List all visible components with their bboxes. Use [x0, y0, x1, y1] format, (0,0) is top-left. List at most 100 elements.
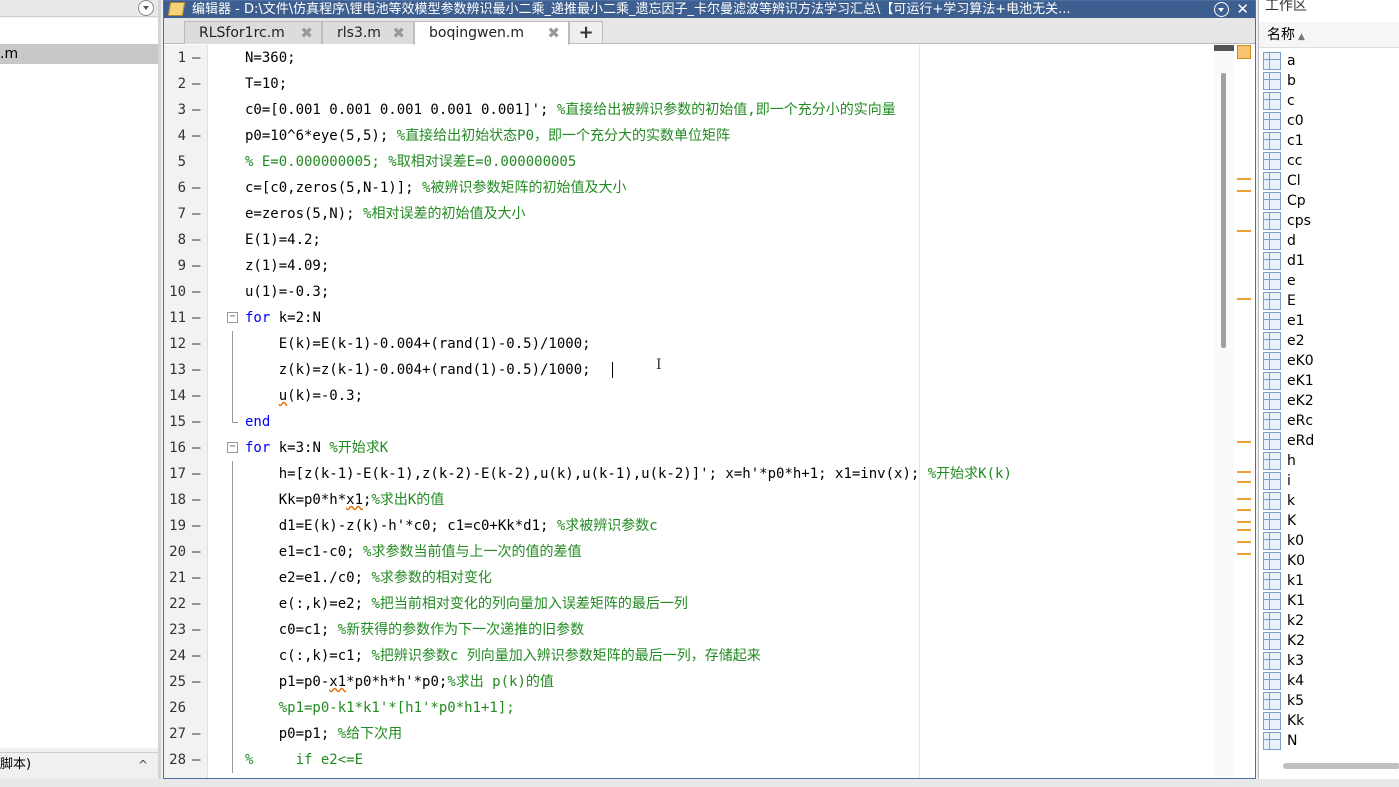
- panel-menu-icon[interactable]: [138, 0, 154, 16]
- code-line[interactable]: 9 — z(1)=4.09;: [164, 253, 1214, 279]
- breakpoint-dash[interactable]: —: [192, 383, 200, 409]
- warning-marker[interactable]: [1237, 529, 1251, 531]
- breakpoint-dash[interactable]: —: [192, 201, 200, 227]
- breakpoint-dash[interactable]: —: [192, 513, 200, 539]
- breakpoint-dash[interactable]: —: [192, 357, 200, 383]
- code-line[interactable]: 11 — − for k=2:N: [164, 305, 1214, 331]
- code-line[interactable]: 18 — Kk=p0*h*x1;%求出K的值: [164, 487, 1214, 513]
- workspace-variable[interactable]: b: [1263, 71, 1398, 91]
- chevron-up-icon[interactable]: ^: [138, 753, 148, 777]
- code-line[interactable]: 21 — e2=e1./c0; %求参数的相对变化: [164, 565, 1214, 591]
- breakpoint-dash[interactable]: —: [192, 435, 200, 461]
- workspace-variable[interactable]: e2: [1263, 331, 1398, 351]
- warning-marker[interactable]: [1237, 441, 1251, 443]
- breakpoint-dash[interactable]: —: [192, 565, 200, 591]
- code-line[interactable]: 19 — d1=E(k)-z(k)-h'*c0; c1=c0+Kk*d1; %求被…: [164, 513, 1214, 539]
- code-line[interactable]: 10 — u(1)=-0.3;: [164, 279, 1214, 305]
- workspace-variable[interactable]: d: [1263, 231, 1398, 251]
- code-line[interactable]: 25 — p1=p0-x1*p0*h*h'*p0;%求出 p(k)的值: [164, 669, 1214, 695]
- code-line[interactable]: 22 — e(:,k)=e2; %把当前相对变化的列向量加入误差矩阵的最后一列: [164, 591, 1214, 617]
- code-line[interactable]: 24 — c(:,k)=c1; %把辨识参数c 列向量加入辨识参数矩阵的最后一列，…: [164, 643, 1214, 669]
- code-line[interactable]: 2 — T=10;: [164, 71, 1214, 97]
- tab-rls3[interactable]: rls3.m ✖: [322, 21, 414, 44]
- workspace-variable[interactable]: k0: [1263, 531, 1398, 551]
- breakpoint-dash[interactable]: —: [192, 175, 200, 201]
- code-line[interactable]: 16 — − for k=3:N %开始求K: [164, 435, 1214, 461]
- close-icon[interactable]: ✕: [1236, 1, 1249, 18]
- editor-menu-icon[interactable]: [1214, 2, 1229, 17]
- code-line[interactable]: 15 — end: [164, 409, 1214, 435]
- workspace-variable[interactable]: N: [1263, 731, 1398, 751]
- breakpoint-dash[interactable]: —: [192, 45, 200, 71]
- workspace-variable[interactable]: i: [1263, 471, 1398, 491]
- code-line[interactable]: 14 — u(k)=-0.3;: [164, 383, 1214, 409]
- breakpoint-dash[interactable]: —: [192, 253, 200, 279]
- warning-marker[interactable]: [1237, 298, 1251, 300]
- panel-splitter[interactable]: [158, 0, 161, 787]
- workspace-variable[interactable]: K2: [1263, 631, 1398, 651]
- code-line[interactable]: 7 — e=zeros(5,N); %相对误差的初始值及大小: [164, 201, 1214, 227]
- breakpoint-dash[interactable]: —: [192, 71, 200, 97]
- workspace-column-header[interactable]: 名称 ▲: [1259, 22, 1399, 48]
- file-list-item-selected[interactable]: .m: [0, 44, 158, 64]
- workspace-variable[interactable]: k3: [1263, 651, 1398, 671]
- breakpoint-dash[interactable]: —: [192, 123, 200, 149]
- breakpoint-dash[interactable]: —: [192, 643, 200, 669]
- workspace-variable[interactable]: eK2: [1263, 391, 1398, 411]
- workspace-variable[interactable]: e: [1263, 271, 1398, 291]
- workspace-variable[interactable]: cps: [1263, 211, 1398, 231]
- code-line[interactable]: 23 — c0=c1; %新获得的参数作为下一次递推的旧参数: [164, 617, 1214, 643]
- warning-marker[interactable]: [1237, 521, 1251, 523]
- workspace-variable[interactable]: e1: [1263, 311, 1398, 331]
- breakpoint-dash[interactable]: —: [192, 97, 200, 123]
- breakpoint-dash[interactable]: —: [192, 591, 200, 617]
- code-line[interactable]: 4 — p0=10^6*eye(5,5); %直接给出初始状态P0，即一个充分大的实…: [164, 123, 1214, 149]
- breakpoint-dash[interactable]: —: [192, 279, 200, 305]
- code-line[interactable]: 20 — e1=c1-c0; %求参数当前值与上一次的值的差值: [164, 539, 1214, 565]
- code-line[interactable]: 26 %p1=p0-k1*k1'*[h1'*p0*h1+1];: [164, 695, 1214, 721]
- workspace-variable[interactable]: eRd: [1263, 431, 1398, 451]
- code-line[interactable]: 3 — c0=[0.001 0.001 0.001 0.001 0.001]'; %…: [164, 97, 1214, 123]
- workspace-variable[interactable]: k5: [1263, 691, 1398, 711]
- code-line[interactable]: 5 % E=0.000000005; %取相对误差E=0.000000005: [164, 149, 1214, 175]
- details-bar[interactable]: 脚本) ^: [0, 752, 158, 776]
- tab-close-icon[interactable]: ✖: [300, 22, 313, 44]
- new-tab-button[interactable]: +: [569, 21, 603, 44]
- tab-close-icon[interactable]: ✖: [392, 22, 405, 44]
- breakpoint-dash[interactable]: —: [192, 539, 200, 565]
- breakpoint-dash[interactable]: —: [192, 305, 200, 331]
- code-analyzer-status-icon[interactable]: [1237, 45, 1251, 59]
- workspace-variable[interactable]: cc: [1263, 151, 1398, 171]
- code-line[interactable]: 13 — z(k)=z(k-1)-0.004+(rand(1)-0.5)/1000…: [164, 357, 1214, 383]
- workspace-variable[interactable]: k: [1263, 491, 1398, 511]
- workspace-variable[interactable]: k1: [1263, 571, 1398, 591]
- breakpoint-dash[interactable]: —: [192, 487, 200, 513]
- workspace-variable[interactable]: k2: [1263, 611, 1398, 631]
- breakpoint-dash[interactable]: —: [192, 669, 200, 695]
- warning-marker[interactable]: [1237, 481, 1251, 483]
- breakpoint-dash[interactable]: —: [192, 721, 200, 747]
- warning-marker[interactable]: [1237, 190, 1251, 192]
- workspace-variable[interactable]: Kk: [1263, 711, 1398, 731]
- scrollbar-thumb[interactable]: [1221, 73, 1226, 348]
- workspace-variable[interactable]: h: [1263, 451, 1398, 471]
- warning-marker[interactable]: [1237, 498, 1251, 500]
- workspace-variable[interactable]: eRc: [1263, 411, 1398, 431]
- breakpoint-dash[interactable]: —: [192, 331, 200, 357]
- fold-toggle-icon[interactable]: −: [227, 312, 238, 323]
- breakpoint-dash[interactable]: —: [192, 227, 200, 253]
- code-line[interactable]: 28 — % if e2<=E: [164, 747, 1214, 773]
- fold-toggle-icon[interactable]: −: [227, 442, 238, 453]
- workspace-variable[interactable]: eK1: [1263, 371, 1398, 391]
- breakpoint-dash[interactable]: —: [192, 617, 200, 643]
- workspace-variable[interactable]: Cl: [1263, 171, 1398, 191]
- workspace-variable[interactable]: E: [1263, 291, 1398, 311]
- workspace-variable[interactable]: K0: [1263, 551, 1398, 571]
- tab-boqingwen[interactable]: boqingwen.m ✖: [414, 21, 569, 45]
- warning-marker[interactable]: [1237, 178, 1251, 180]
- code-line[interactable]: 1 — N=360;: [164, 45, 1214, 71]
- workspace-variable[interactable]: c: [1263, 91, 1398, 111]
- code-line[interactable]: 8 — E(1)=4.2;: [164, 227, 1214, 253]
- warning-marker[interactable]: [1237, 553, 1251, 555]
- breakpoint-dash[interactable]: —: [192, 461, 200, 487]
